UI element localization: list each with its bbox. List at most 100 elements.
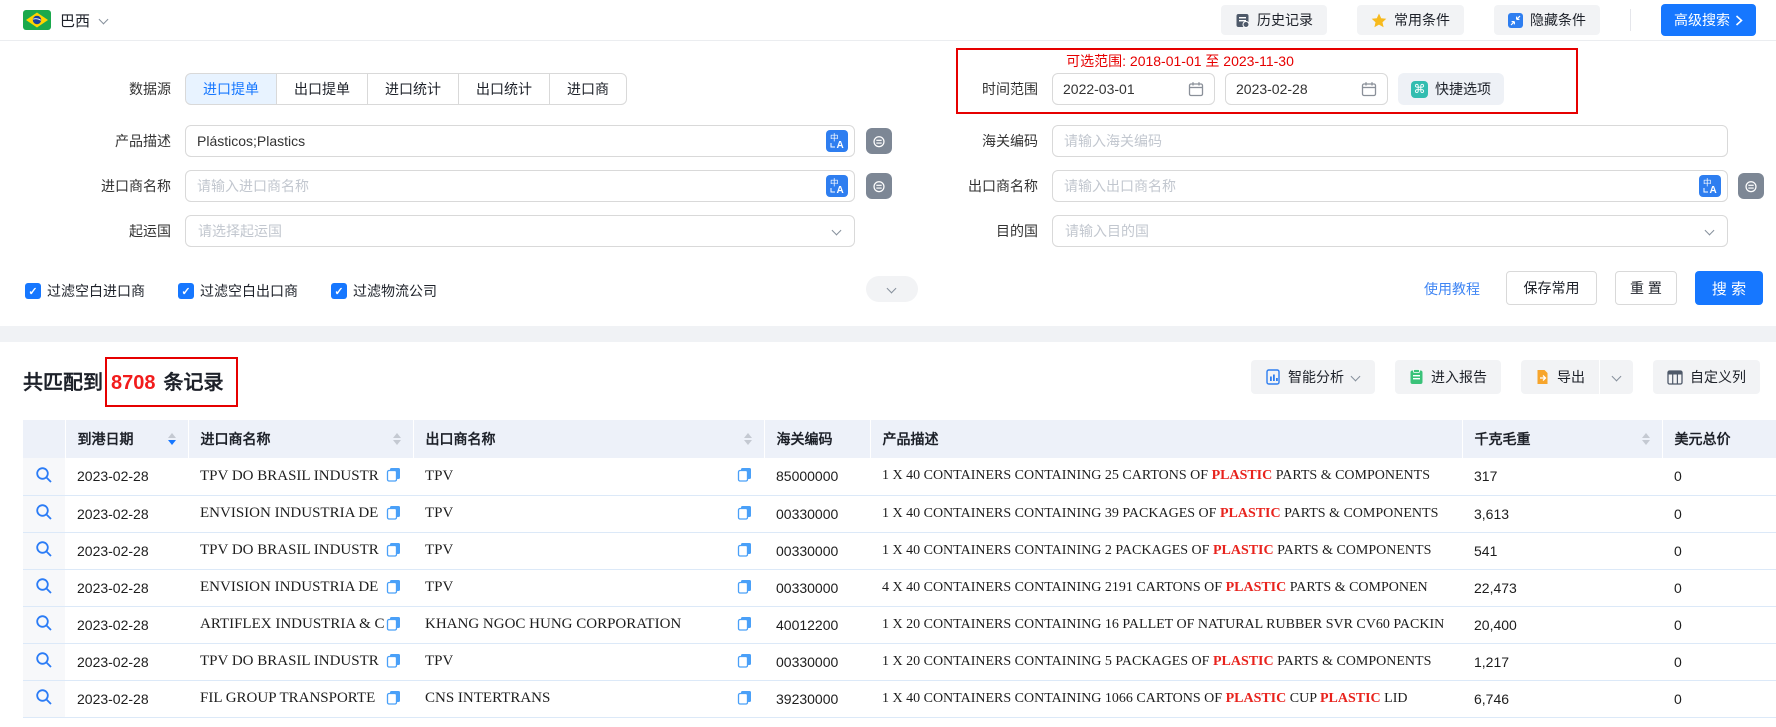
- hide-conditions-button[interactable]: 隐藏条件: [1494, 5, 1600, 35]
- copy-icon[interactable]: [737, 579, 752, 597]
- cell-hs-code: 39230000: [764, 680, 870, 718]
- dest-country-select[interactable]: 请输入目的国: [1052, 215, 1728, 247]
- copy-icon[interactable]: [737, 542, 752, 560]
- row-detail-search-icon[interactable]: [35, 651, 53, 669]
- export-more-button[interactable]: [1600, 360, 1633, 394]
- copy-icon[interactable]: [386, 467, 401, 485]
- cell-usd-total: 0: [1662, 680, 1776, 718]
- favorites-label: 常用条件: [1394, 12, 1450, 28]
- row-detail-search-icon[interactable]: [35, 466, 53, 484]
- custom-columns-button[interactable]: 自定义列: [1653, 360, 1760, 394]
- highlight-keyword: PLASTIC: [1225, 579, 1287, 595]
- copy-icon[interactable]: [386, 653, 401, 671]
- filter-checkbox-label: 过滤空白进口商: [47, 283, 145, 299]
- history-icon: [1236, 13, 1250, 28]
- exporter-input[interactable]: [1052, 170, 1728, 202]
- cell-weight-kg: 1,217: [1462, 643, 1662, 681]
- desc-text: PARTS & COMPONENTS: [1272, 468, 1430, 484]
- translate-icon[interactable]: 中 A: [1699, 175, 1721, 197]
- custom-columns-label: 自定义列: [1690, 369, 1746, 385]
- results-table: 到港日期 进口商名称 出口商名称 海关编码 产品描述 千克毛重 美元总价 202…: [23, 420, 1776, 718]
- copy-icon[interactable]: [386, 690, 401, 708]
- cell-product-desc: 1 X 40 CONTAINERS CONTAINING 2 PACKAGES …: [870, 532, 1462, 570]
- calendar-icon: [1361, 82, 1377, 97]
- filter-checkbox-0[interactable]: ✓ 过滤空白进口商: [25, 281, 145, 301]
- row-detail-search-icon[interactable]: [35, 614, 53, 632]
- bi-analysis-icon: [1266, 369, 1280, 385]
- filter-checkbox-label: 过滤空白出口商: [200, 283, 298, 299]
- copy-icon[interactable]: [386, 616, 401, 634]
- quick-options-button[interactable]: ⌘ 快捷选项: [1398, 73, 1504, 105]
- cell-arrival-date: 2023-02-28: [65, 458, 188, 496]
- cell-importer: ENVISION INDUSTRIA DE: [188, 569, 413, 607]
- chevron-down-icon: [1351, 372, 1361, 382]
- date-from-input[interactable]: 2022-03-01: [1052, 73, 1215, 105]
- history-label: 历史记录: [1257, 12, 1313, 28]
- page: 巴西 历史记录 常用条件 隐藏条件 高级搜索 数据源 进口提单 出口提单 进口统…: [0, 0, 1776, 727]
- date-to-input[interactable]: 2023-02-28: [1225, 73, 1388, 105]
- save-common-button[interactable]: 保存常用: [1506, 271, 1597, 305]
- copy-icon[interactable]: [737, 616, 752, 634]
- sort-icon[interactable]: [743, 433, 752, 445]
- columns-icon: [1667, 369, 1683, 385]
- favorites-button[interactable]: 常用条件: [1357, 5, 1464, 35]
- cell-arrival-date: 2023-02-28: [65, 532, 188, 570]
- cell-importer: TPV DO BRASIL INDUSTR: [188, 643, 413, 681]
- expand-collapse-button[interactable]: [866, 276, 918, 302]
- calendar-icon: [1188, 82, 1204, 97]
- row-detail-search-icon[interactable]: [35, 540, 53, 558]
- cell-importer: FIL GROUP TRANSPORTE: [188, 680, 413, 718]
- row-detail-search-icon[interactable]: [35, 503, 53, 521]
- cell-product-desc: 1 X 20 CONTAINERS CONTAINING 16 PALLET O…: [870, 606, 1462, 644]
- search-button[interactable]: 搜 索: [1695, 271, 1763, 305]
- column-header-1[interactable]: 到港日期: [65, 420, 189, 458]
- sort-icon[interactable]: [1641, 433, 1650, 445]
- enter-report-button[interactable]: 进入报告: [1395, 360, 1501, 394]
- chevron-down-icon: [99, 15, 109, 25]
- reset-button[interactable]: 重 置: [1615, 271, 1677, 305]
- column-header-label: 千克毛重: [1474, 431, 1531, 447]
- copy-icon[interactable]: [737, 653, 752, 671]
- cell-usd-total: 0: [1662, 606, 1776, 644]
- arrow-right-icon: [1735, 14, 1743, 26]
- cell-product-desc: 1 X 40 CONTAINERS CONTAINING 1066 CARTON…: [870, 680, 1462, 718]
- filter-checkbox-2[interactable]: ✓ 过滤物流公司: [331, 281, 437, 301]
- copy-icon[interactable]: [737, 467, 752, 485]
- cell-product-desc: 1 X 20 CONTAINERS CONTAINING 5 PACKAGES …: [870, 643, 1462, 681]
- cell-arrival-date: 2023-02-28: [65, 643, 188, 681]
- cell-hs-code: 85000000: [764, 458, 870, 496]
- checkbox-checked-icon[interactable]: ✓: [331, 283, 347, 299]
- history-button[interactable]: 历史记录: [1221, 5, 1327, 35]
- result-count-prefix: 共匹配到: [23, 372, 103, 394]
- column-header-6[interactable]: 千克毛重: [1462, 420, 1663, 458]
- copy-icon[interactable]: [386, 542, 401, 560]
- sort-icon[interactable]: [392, 433, 401, 445]
- checkbox-checked-icon[interactable]: ✓: [178, 283, 194, 299]
- star-icon: [1371, 13, 1387, 27]
- cell-importer: ARTIFLEX INDUSTRIA & C: [188, 606, 413, 644]
- hs-code-input[interactable]: [1052, 125, 1728, 157]
- tutorial-link[interactable]: 使用教程: [1424, 279, 1480, 299]
- sort-icon[interactable]: [167, 433, 176, 445]
- exact-match-icon[interactable]: ⊜: [1738, 173, 1764, 199]
- checkbox-checked-icon[interactable]: ✓: [25, 283, 41, 299]
- row-detail-search-icon[interactable]: [35, 688, 53, 706]
- table-row: 2023-02-28 ARTIFLEX INDUSTRIA & C KHANG …: [23, 606, 1776, 644]
- advanced-search-button[interactable]: 高级搜索: [1661, 4, 1756, 36]
- export-button[interactable]: 导出: [1521, 360, 1600, 394]
- smart-analysis-button[interactable]: 智能分析: [1251, 360, 1375, 394]
- row-detail-search-icon[interactable]: [35, 577, 53, 595]
- column-header-2[interactable]: 进口商名称: [188, 420, 414, 458]
- copy-icon[interactable]: [737, 505, 752, 523]
- column-header-3[interactable]: 出口商名称: [413, 420, 765, 458]
- table-body: 2023-02-28 TPV DO BRASIL INDUSTR TPV 850…: [23, 458, 1776, 718]
- filter-checkbox-1[interactable]: ✓ 过滤空白出口商: [178, 281, 298, 301]
- copy-icon[interactable]: [386, 505, 401, 523]
- result-count-title: 共匹配到 8708 条记录: [23, 366, 224, 395]
- desc-text: PARTS & COMPONENTS: [1273, 542, 1432, 558]
- copy-icon[interactable]: [386, 579, 401, 597]
- country-selector[interactable]: 巴西: [23, 10, 109, 31]
- copy-icon[interactable]: [737, 690, 752, 708]
- table-row: 2023-02-28 TPV DO BRASIL INDUSTR TPV 850…: [23, 458, 1776, 496]
- cell-usd-total: 0: [1662, 495, 1776, 533]
